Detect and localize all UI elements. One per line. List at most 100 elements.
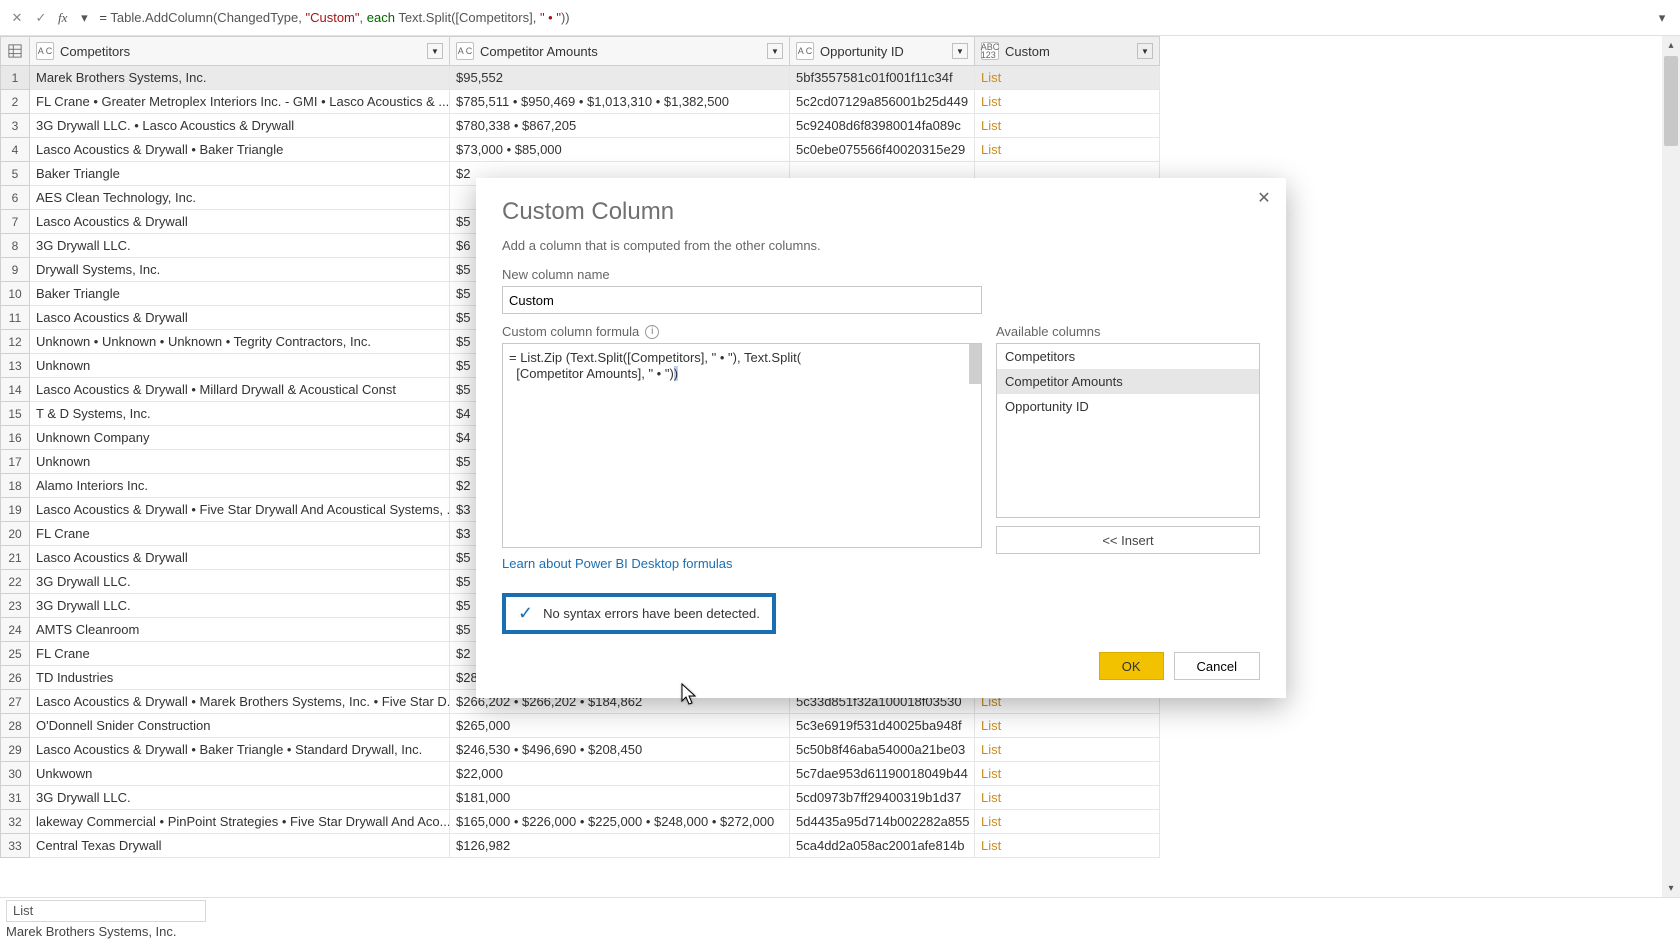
- cell[interactable]: 5c2cd07129a856001b25d449: [790, 90, 975, 114]
- cell[interactable]: 3G Drywall LLC.: [30, 594, 450, 618]
- cell[interactable]: Central Texas Drywall: [30, 834, 450, 858]
- row-number[interactable]: 15: [0, 402, 30, 426]
- cell[interactable]: 5c3e6919f531d40025ba948f: [790, 714, 975, 738]
- cell[interactable]: Drywall Systems, Inc.: [30, 258, 450, 282]
- row-number[interactable]: 21: [0, 546, 30, 570]
- cell[interactable]: Baker Triangle: [30, 162, 450, 186]
- cell[interactable]: Lasco Acoustics & Drywall • Baker Triang…: [30, 738, 450, 762]
- row-number[interactable]: 14: [0, 378, 30, 402]
- column-filter-icon[interactable]: ▼: [1137, 43, 1153, 59]
- cell[interactable]: Unknown: [30, 354, 450, 378]
- column-header-competitors[interactable]: A CCompetitors▼: [30, 36, 450, 66]
- scroll-down-icon[interactable]: ▾: [1662, 879, 1680, 897]
- table-row[interactable]: FL Crane • Greater Metroplex Interiors I…: [30, 90, 1160, 114]
- row-number[interactable]: 27: [0, 690, 30, 714]
- row-number[interactable]: 24: [0, 618, 30, 642]
- formula-cancel-icon[interactable]: ✕: [6, 7, 28, 29]
- cell[interactable]: List: [975, 738, 1160, 762]
- row-number[interactable]: 17: [0, 450, 30, 474]
- cell[interactable]: $165,000 • $226,000 • $225,000 • $248,00…: [450, 810, 790, 834]
- row-number[interactable]: 11: [0, 306, 30, 330]
- cell[interactable]: FL Crane • Greater Metroplex Interiors I…: [30, 90, 450, 114]
- row-number[interactable]: 8: [0, 234, 30, 258]
- row-number[interactable]: 20: [0, 522, 30, 546]
- table-row[interactable]: Marek Brothers Systems, Inc.$95,5525bf35…: [30, 66, 1160, 90]
- insert-button[interactable]: << Insert: [996, 526, 1260, 554]
- formula-text[interactable]: = Table.AddColumn(ChangedType, "Custom",…: [99, 10, 1650, 26]
- row-number[interactable]: 19: [0, 498, 30, 522]
- row-number[interactable]: 6: [0, 186, 30, 210]
- cell[interactable]: Unkwown: [30, 762, 450, 786]
- column-header-competitor-amounts[interactable]: A CCompetitor Amounts▼: [450, 36, 790, 66]
- cell[interactable]: T & D Systems, Inc.: [30, 402, 450, 426]
- formula-commit-icon[interactable]: ✓: [30, 7, 52, 29]
- cell[interactable]: Unknown • Unknown • Unknown • Tegrity Co…: [30, 330, 450, 354]
- cell[interactable]: $246,530 • $496,690 • $208,450: [450, 738, 790, 762]
- cell[interactable]: $181,000: [450, 786, 790, 810]
- cell[interactable]: Alamo Interiors Inc.: [30, 474, 450, 498]
- row-number[interactable]: 4: [0, 138, 30, 162]
- row-number[interactable]: 32: [0, 810, 30, 834]
- cell[interactable]: Unknown Company: [30, 426, 450, 450]
- available-columns-list[interactable]: CompetitorsCompetitor AmountsOpportunity…: [996, 343, 1260, 518]
- cell[interactable]: Lasco Acoustics & Drywall • Baker Triang…: [30, 138, 450, 162]
- formula-textarea[interactable]: = List.Zip (Text.Split([Competitors], " …: [502, 343, 982, 548]
- row-number[interactable]: 18: [0, 474, 30, 498]
- row-number[interactable]: 23: [0, 594, 30, 618]
- cell[interactable]: Baker Triangle: [30, 282, 450, 306]
- close-icon[interactable]: ✕: [1252, 186, 1276, 210]
- cell[interactable]: FL Crane: [30, 522, 450, 546]
- row-number[interactable]: 28: [0, 714, 30, 738]
- cell[interactable]: 5c50b8f46aba54000a21be03: [790, 738, 975, 762]
- scroll-thumb[interactable]: [1664, 56, 1678, 146]
- cell[interactable]: 3G Drywall LLC.: [30, 234, 450, 258]
- column-type-icon[interactable]: ABC 123: [981, 42, 999, 60]
- cell[interactable]: 5c7dae953d61190018049b44: [790, 762, 975, 786]
- cell[interactable]: 5d4435a95d714b002282a855: [790, 810, 975, 834]
- row-number[interactable]: 1: [0, 66, 30, 90]
- cell[interactable]: List: [975, 114, 1160, 138]
- info-icon[interactable]: i: [645, 325, 659, 339]
- cell[interactable]: List: [975, 66, 1160, 90]
- cell[interactable]: AES Clean Technology, Inc.: [30, 186, 450, 210]
- cell[interactable]: 5c0ebe075566f40020315e29: [790, 138, 975, 162]
- row-number[interactable]: 31: [0, 786, 30, 810]
- vertical-scrollbar[interactable]: ▴ ▾: [1662, 36, 1680, 897]
- column-type-icon[interactable]: A C: [36, 42, 54, 60]
- formula-scrollbar[interactable]: [969, 344, 981, 384]
- cell[interactable]: Unknown: [30, 450, 450, 474]
- cell[interactable]: 5bf3557581c01f001f11c34f: [790, 66, 975, 90]
- row-number[interactable]: 9: [0, 258, 30, 282]
- row-number[interactable]: 33: [0, 834, 30, 858]
- cell[interactable]: 5cd0973b7ff29400319b1d37: [790, 786, 975, 810]
- ok-button[interactable]: OK: [1099, 652, 1164, 680]
- row-number[interactable]: 5: [0, 162, 30, 186]
- column-type-icon[interactable]: A C: [796, 42, 814, 60]
- column-filter-icon[interactable]: ▼: [952, 43, 968, 59]
- column-header-opportunity-id[interactable]: A COpportunity ID▼: [790, 36, 975, 66]
- cell[interactable]: $73,000 • $85,000: [450, 138, 790, 162]
- row-number[interactable]: 30: [0, 762, 30, 786]
- table-row[interactable]: 3G Drywall LLC. • Lasco Acoustics & Dryw…: [30, 114, 1160, 138]
- formula-expand-icon[interactable]: ▾: [1650, 10, 1674, 26]
- cell[interactable]: lakeway Commercial • PinPoint Strategies…: [30, 810, 450, 834]
- row-number[interactable]: 12: [0, 330, 30, 354]
- cell[interactable]: List: [975, 786, 1160, 810]
- row-number[interactable]: 22: [0, 570, 30, 594]
- cell[interactable]: O'Donnell Snider Construction: [30, 714, 450, 738]
- cell[interactable]: Lasco Acoustics & Drywall: [30, 546, 450, 570]
- row-number[interactable]: 7: [0, 210, 30, 234]
- table-row[interactable]: Unkwown$22,0005c7dae953d61190018049b44Li…: [30, 762, 1160, 786]
- cell[interactable]: Marek Brothers Systems, Inc.: [30, 66, 450, 90]
- row-number[interactable]: 10: [0, 282, 30, 306]
- cell[interactable]: FL Crane: [30, 642, 450, 666]
- cell[interactable]: Lasco Acoustics & Drywall • Marek Brothe…: [30, 690, 450, 714]
- available-column-item[interactable]: Opportunity ID: [997, 394, 1259, 419]
- table-row[interactable]: Lasco Acoustics & Drywall • Baker Triang…: [30, 738, 1160, 762]
- cell[interactable]: List: [975, 810, 1160, 834]
- row-number[interactable]: 25: [0, 642, 30, 666]
- cell[interactable]: Lasco Acoustics & Drywall: [30, 210, 450, 234]
- available-column-item[interactable]: Competitors: [997, 344, 1259, 369]
- column-type-icon[interactable]: A C: [456, 42, 474, 60]
- cell[interactable]: Lasco Acoustics & Drywall • Millard Dryw…: [30, 378, 450, 402]
